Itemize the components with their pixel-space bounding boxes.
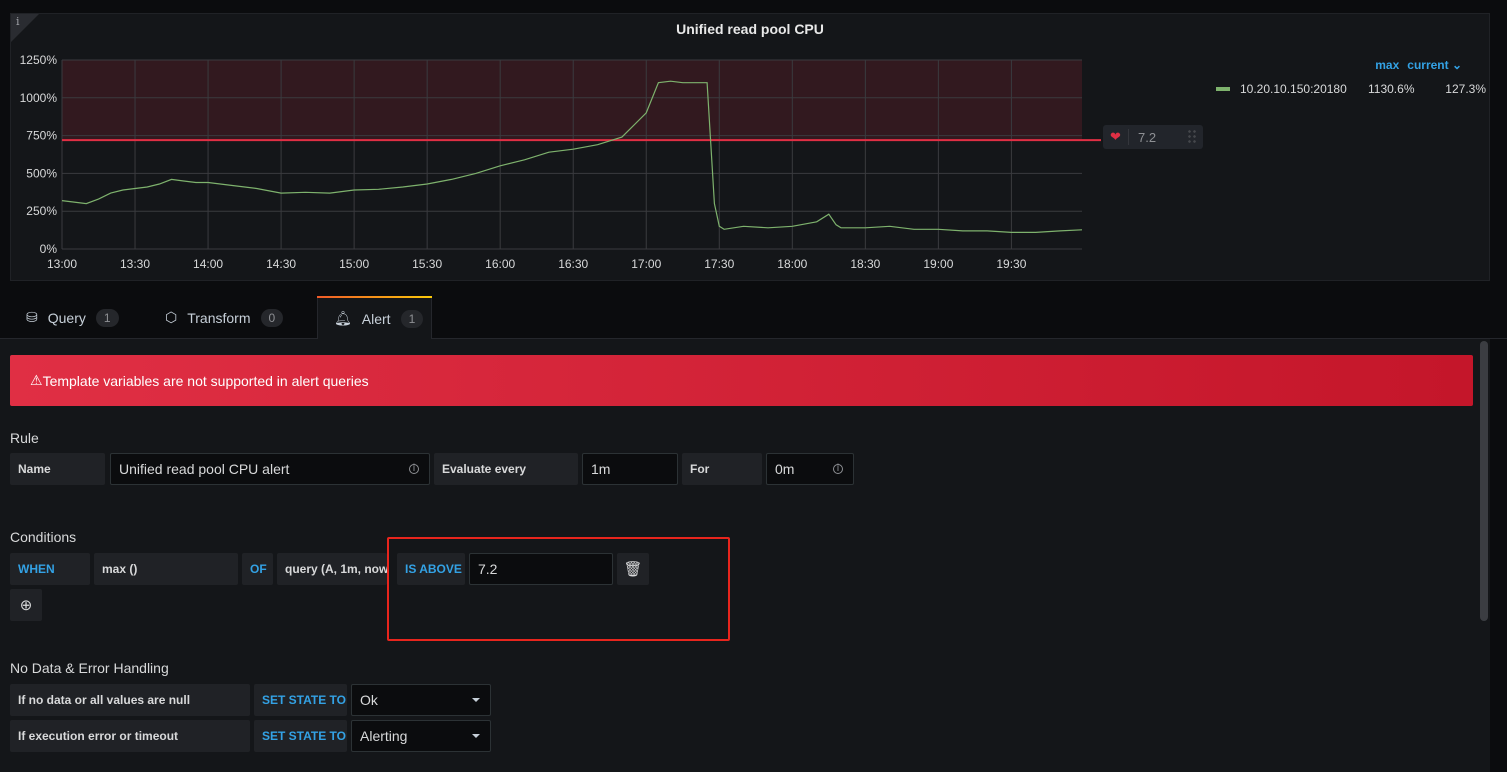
legend-series[interactable]: 10.20.10.150:20180 1130.6% 127.3% [1216, 82, 1486, 96]
x-tick-label: 14:30 [266, 257, 296, 271]
highlight-annotation-box [387, 537, 730, 641]
nodata-state-select[interactable]: Ok [351, 684, 491, 716]
y-tick-label: 0% [40, 242, 58, 256]
nodata-label: If no data or all values are null [10, 684, 250, 716]
nodata-heading: No Data & Error Handling [10, 660, 169, 676]
y-tick-label: 250% [26, 204, 57, 218]
info-icon[interactable]: i [833, 464, 843, 474]
evaluate-every-input[interactable]: 1m [582, 453, 678, 485]
threshold-handle-value: 7.2 [1138, 129, 1157, 145]
drag-grip-icon[interactable] [1187, 129, 1197, 145]
error-state-select[interactable]: Alerting [351, 720, 491, 752]
x-tick-label: 19:00 [923, 257, 953, 271]
info-icon[interactable]: i [409, 464, 419, 474]
rule-name-value: Unified read pool CPU alert [119, 461, 290, 477]
legend-header: max current ⌄ [1367, 58, 1462, 72]
caret-down-icon [472, 698, 480, 702]
of-label: OF [242, 553, 273, 585]
x-tick-label: 15:00 [339, 257, 369, 271]
graph-panel: i Unified read pool CPU 0% 250% 500% 750% 10… [10, 13, 1490, 281]
banner-text: Template variables are not supported in … [42, 372, 369, 389]
when-label: WHEN [10, 553, 90, 585]
x-tick-label: 17:30 [704, 257, 734, 271]
for-input[interactable]: 0m i [766, 453, 854, 485]
plus-circle-icon: ⊕ [19, 597, 33, 614]
bell-icon: 🔔︎ [334, 310, 352, 326]
conditions-heading: Conditions [10, 529, 77, 545]
y-tick-label: 1000% [20, 91, 58, 105]
y-tick-label: 750% [26, 129, 57, 143]
series-max: 1130.6% [1368, 82, 1415, 96]
error-state-value: Alerting [360, 728, 408, 744]
tab-transform[interactable]: ⬡ Transform 0 [165, 296, 284, 339]
x-tick-label: 13:30 [120, 257, 150, 271]
threshold-region [62, 60, 1082, 141]
error-label: If execution error or timeout [10, 720, 250, 752]
scrollbar[interactable] [1480, 341, 1488, 621]
caret-down-icon [472, 734, 480, 738]
error-banner: ⚠ Template variables are not supported in… [10, 355, 1473, 406]
evaluate-every-label: Evaluate every [434, 453, 578, 485]
tab-label: Query [47, 309, 86, 326]
x-tick-label: 18:00 [777, 257, 807, 271]
x-tick-label: 17:00 [631, 257, 661, 271]
add-condition-button[interactable]: ⊕ [10, 589, 42, 621]
x-tick-label: 18:30 [850, 257, 880, 271]
x-tick-label: 14:00 [193, 257, 223, 271]
x-tick-label: 16:30 [558, 257, 588, 271]
nodata-state-value: Ok [360, 692, 378, 708]
series-name: 10.20.10.150:20180 [1240, 82, 1347, 96]
name-label: Name [10, 453, 105, 485]
x-tick-label: 15:30 [412, 257, 442, 271]
database-icon: ⛁ [26, 309, 38, 325]
rule-name-input[interactable]: Unified read pool CPU alert i [110, 453, 430, 485]
transform-icon: ⬡ [165, 309, 178, 325]
x-tick-label: 19:30 [996, 257, 1026, 271]
broken-heart-icon: ❤ [1103, 129, 1129, 145]
for-value: 0m [775, 461, 795, 477]
tab-count: 1 [400, 309, 424, 328]
y-tick-label: 500% [26, 166, 57, 180]
tab-label: Alert [361, 310, 391, 327]
x-tick-label: 13:00 [47, 257, 77, 271]
y-tick-label: 1250% [20, 53, 58, 67]
warning-icon: ⚠ [30, 372, 43, 388]
threshold-handle[interactable]: ❤ 7.2 [1103, 125, 1203, 149]
rule-heading: Rule [10, 430, 39, 446]
tab-count: 0 [260, 308, 284, 327]
cpu-chart: 0% 250% 500% 750% 1000% 1250% 13:00 13:30 14:00 1… [20, 53, 1101, 271]
query-select[interactable]: query (A, 1m, now) [277, 553, 387, 585]
set-state-label: SET STATE TO [254, 684, 347, 716]
tab-alert[interactable]: 🔔︎ Alert 1 [317, 296, 432, 340]
legend-header-current[interactable]: current ⌄ [1407, 58, 1462, 72]
tab-query[interactable]: ⛁ Query 1 [26, 296, 119, 339]
series-color-swatch[interactable] [1216, 87, 1230, 91]
editor-tabs: ⛁ Query 1 ⬡ Transform 0 🔔︎ Alert 1 [0, 296, 1507, 340]
tab-count: 1 [95, 308, 119, 327]
tab-label: Transform [187, 309, 251, 326]
set-state-label: SET STATE TO [254, 720, 347, 752]
for-label: For [682, 453, 762, 485]
series-current: 127.3% [1445, 82, 1486, 96]
legend-header-max[interactable]: max [1375, 58, 1399, 72]
reducer-select[interactable]: max () [94, 553, 238, 585]
x-tick-label: 16:00 [485, 257, 515, 271]
